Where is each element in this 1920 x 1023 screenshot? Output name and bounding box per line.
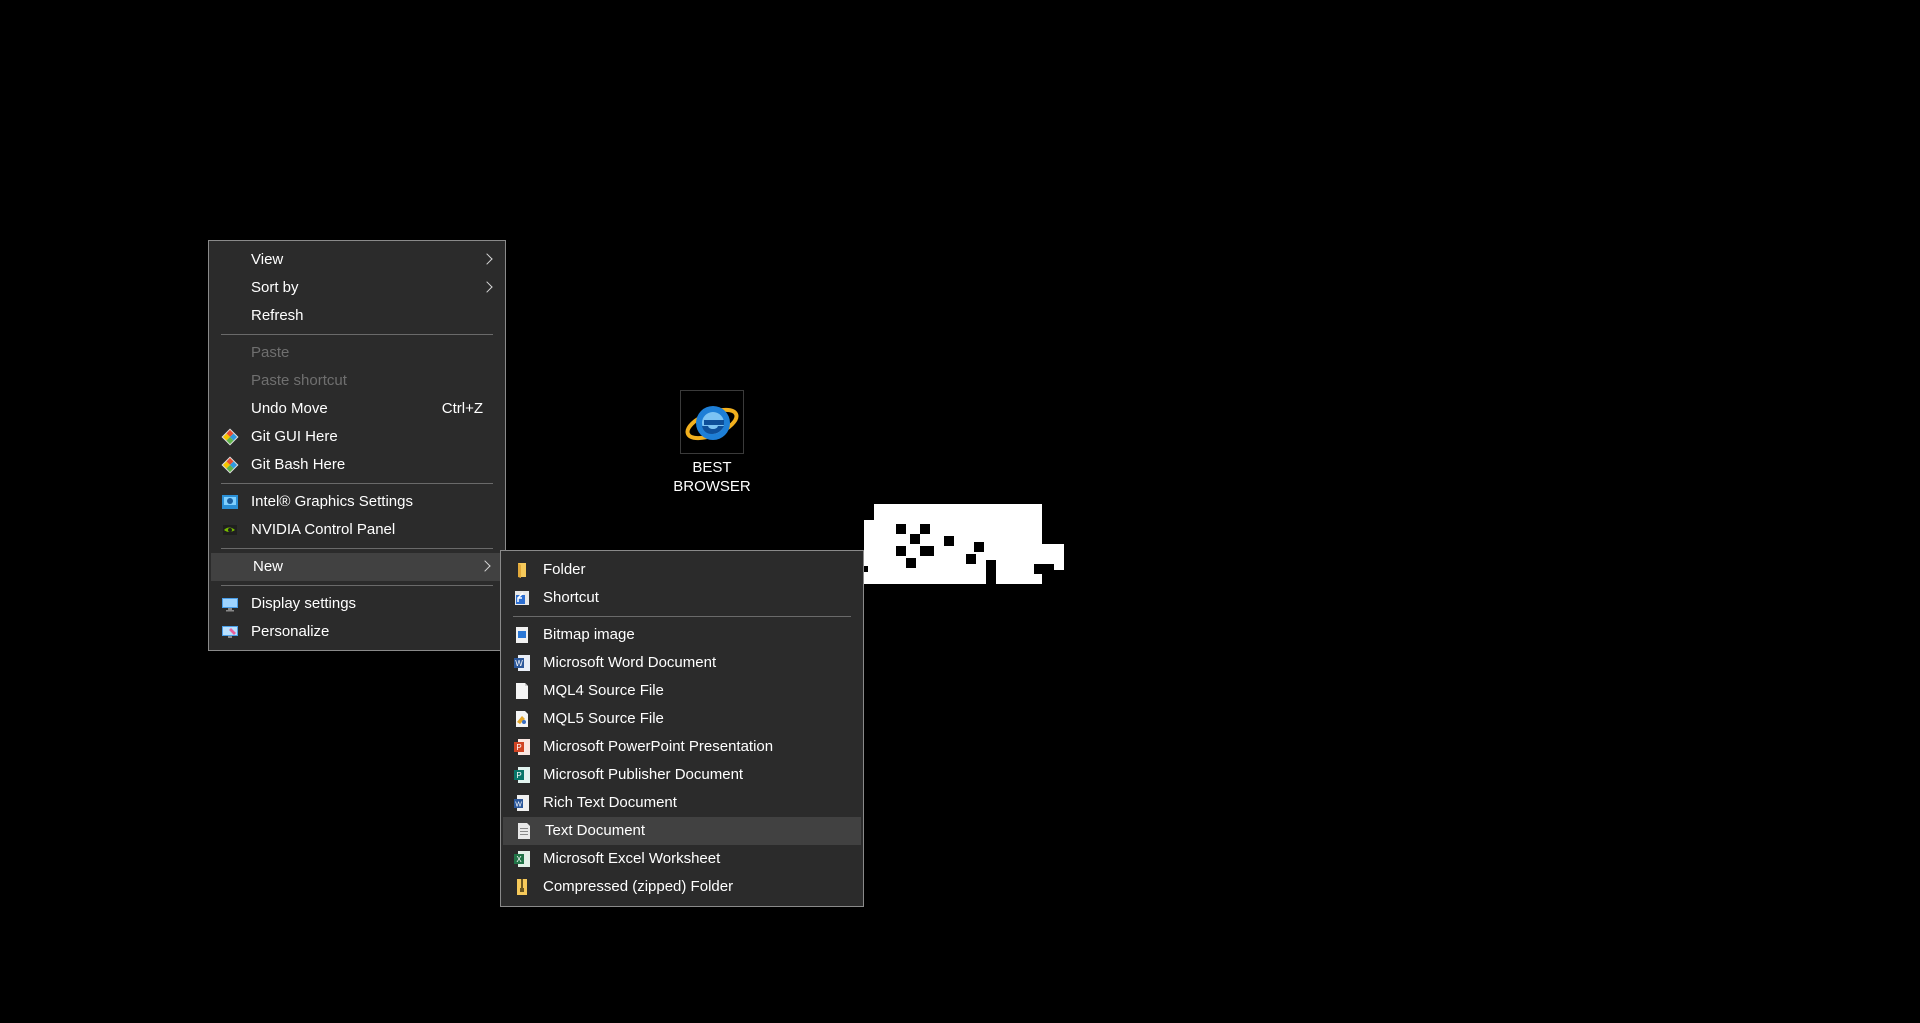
submenu-item-label: Microsoft Publisher Document (543, 766, 744, 783)
submenu-item-word-document[interactable]: W Microsoft Word Document (501, 649, 863, 677)
submenu-item-label: Microsoft PowerPoint Presentation (543, 738, 774, 755)
submenu-item-shortcut[interactable]: Shortcut (501, 584, 863, 612)
zip-folder-icon (513, 878, 531, 896)
menu-item-view[interactable]: View (209, 246, 505, 274)
publisher-icon: P (513, 766, 531, 784)
chevron-right-icon (479, 560, 491, 572)
submenu-item-label: Text Document (545, 822, 646, 839)
menu-item-label: Paste shortcut (251, 372, 347, 389)
menu-item-label: New (253, 558, 284, 575)
nvidia-icon (221, 521, 239, 539)
submenu-item-label: Microsoft Word Document (543, 654, 717, 671)
svg-text:P: P (516, 771, 521, 780)
personalize-icon (221, 623, 239, 641)
submenu-item-label: Microsoft Excel Worksheet (543, 850, 721, 867)
menu-item-nvidia-control-panel[interactable]: NVIDIA Control Panel (209, 516, 505, 544)
chevron-right-icon (481, 281, 493, 293)
menu-separator (209, 479, 505, 488)
svg-text:W: W (515, 802, 522, 809)
submenu-item-mql5-source-file[interactable]: MQL5 Source File (501, 705, 863, 733)
submenu-item-mql4-source-file[interactable]: MQL4 Source File (501, 677, 863, 705)
submenu-item-label: MQL4 Source File (543, 682, 664, 699)
svg-text:P: P (516, 743, 521, 752)
submenu-item-bitmap-image[interactable]: Bitmap image (501, 621, 863, 649)
menu-item-paste: Paste (209, 339, 505, 367)
svg-text:X: X (516, 855, 522, 864)
menu-item-label: Git GUI Here (251, 428, 338, 445)
word-icon: W (513, 654, 531, 672)
menu-item-undo-move[interactable]: Undo Move Ctrl+Z (209, 395, 505, 423)
submenu-item-label: Compressed (zipped) Folder (543, 878, 734, 895)
submenu-item-compressed-folder[interactable]: Compressed (zipped) Folder (501, 873, 863, 901)
menu-item-label: NVIDIA Control Panel (251, 521, 396, 538)
rtf-icon: W (513, 794, 531, 812)
menu-item-label: Personalize (251, 623, 330, 640)
submenu-item-label: Shortcut (543, 589, 599, 606)
menu-item-label: Sort by (251, 279, 299, 296)
menu-separator (501, 612, 863, 621)
submenu-item-powerpoint-presentation[interactable]: P Microsoft PowerPoint Presentation (501, 733, 863, 761)
submenu-item-folder[interactable]: Folder (501, 556, 863, 584)
menu-item-label: Display settings (251, 595, 357, 612)
powerpoint-icon: P (513, 738, 531, 756)
submenu-item-rich-text-document[interactable]: W Rich Text Document (501, 789, 863, 817)
internet-explorer-icon (680, 390, 744, 454)
desktop-background[interactable]: BEST BROWSER View Sort by Refresh Paste … (0, 0, 1920, 1023)
menu-item-label: Undo Move (251, 400, 328, 417)
submenu-item-publisher-document[interactable]: P Microsoft Publisher Document (501, 761, 863, 789)
menu-item-paste-shortcut: Paste shortcut (209, 367, 505, 395)
display-icon (221, 595, 239, 613)
pixel-creature-image (854, 502, 1070, 591)
submenu-item-label: Bitmap image (543, 626, 635, 643)
desktop-icon-label-line1: BEST (692, 459, 732, 476)
menu-item-new[interactable]: New (211, 553, 503, 581)
keyboard-shortcut: Ctrl+Z (441, 400, 483, 417)
blank-file-icon (513, 682, 531, 700)
menu-item-sort-by[interactable]: Sort by (209, 274, 505, 302)
git-icon (221, 428, 239, 446)
menu-item-label: View (251, 251, 284, 268)
mql5-icon (513, 710, 531, 728)
intel-graphics-icon (221, 493, 239, 511)
git-icon (221, 456, 239, 474)
menu-item-personalize[interactable]: Personalize (209, 618, 505, 646)
menu-item-display-settings[interactable]: Display settings (209, 590, 505, 618)
new-submenu: Folder Shortcut Bitmap image W Microsoft… (500, 550, 864, 907)
menu-separator (209, 581, 505, 590)
menu-item-refresh[interactable]: Refresh (209, 302, 505, 330)
menu-item-label: Git Bash Here (251, 456, 346, 473)
svg-text:W: W (515, 659, 523, 668)
submenu-item-excel-worksheet[interactable]: X Microsoft Excel Worksheet (501, 845, 863, 873)
shortcut-icon (513, 589, 531, 607)
desktop-icon-best-browser[interactable]: BEST BROWSER (668, 390, 756, 496)
menu-separator (209, 544, 505, 553)
folder-icon (513, 561, 531, 579)
text-file-icon (515, 822, 533, 840)
menu-item-git-bash-here[interactable]: Git Bash Here (209, 451, 505, 479)
submenu-item-text-document[interactable]: Text Document (503, 817, 861, 845)
menu-item-label: Refresh (251, 307, 304, 324)
menu-item-label: Intel® Graphics Settings (251, 493, 413, 510)
submenu-item-label: Rich Text Document (543, 794, 677, 811)
desktop-context-menu: View Sort by Refresh Paste Paste shortcu… (208, 240, 506, 651)
desktop-icon-label-line2: BROWSER (673, 478, 751, 495)
chevron-right-icon (481, 253, 493, 265)
menu-item-git-gui-here[interactable]: Git GUI Here (209, 423, 505, 451)
submenu-item-label: Folder (543, 561, 586, 578)
menu-item-intel-graphics-settings[interactable]: Intel® Graphics Settings (209, 488, 505, 516)
bitmap-icon (513, 626, 531, 644)
menu-item-label: Paste (251, 344, 290, 361)
excel-icon: X (513, 850, 531, 868)
menu-separator (209, 330, 505, 339)
submenu-item-label: MQL5 Source File (543, 710, 664, 727)
